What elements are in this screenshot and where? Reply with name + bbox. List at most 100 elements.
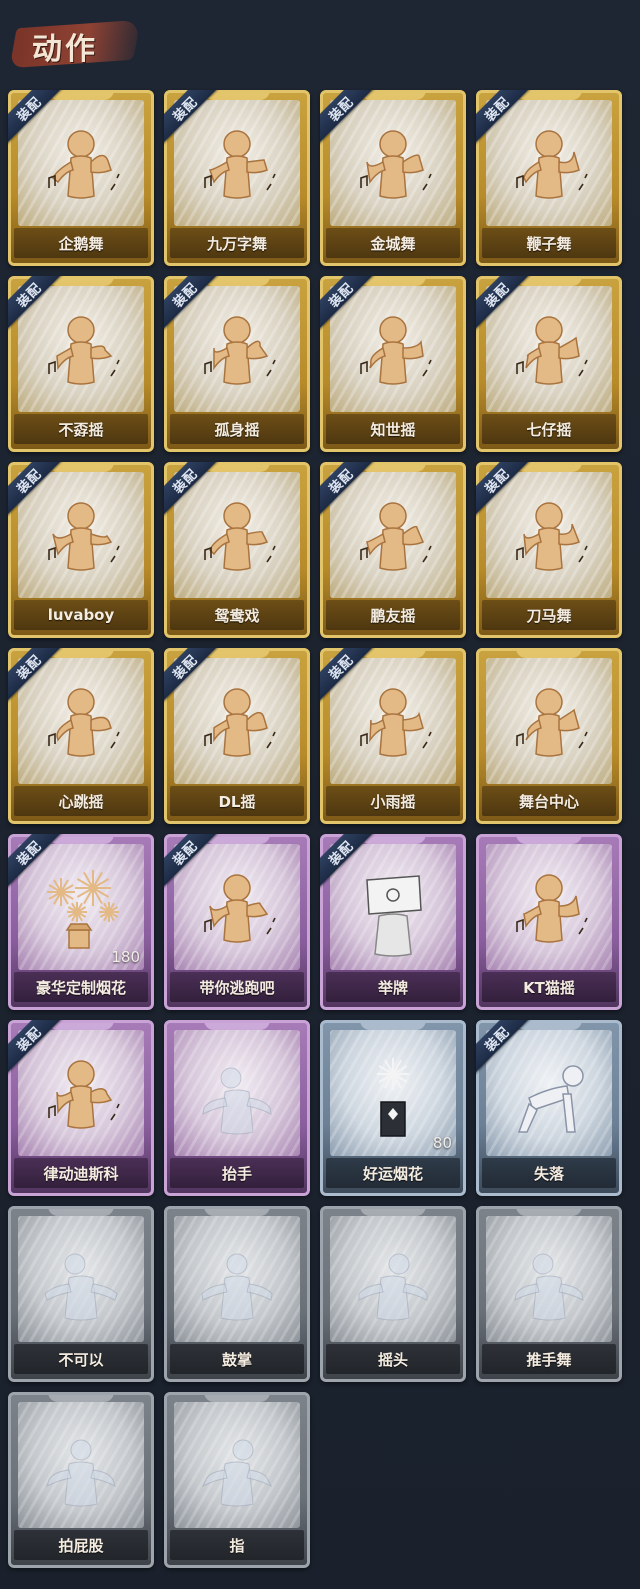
action-card[interactable]: 180 豪华定制烟花 装配 — [8, 834, 154, 1010]
card-label-bar: 举牌 — [326, 972, 460, 1002]
dance-figure-icon — [164, 304, 310, 404]
card-label-bar: 律动迪斯科 — [14, 1158, 148, 1188]
dance-figure-icon — [8, 118, 154, 218]
action-grid: 企鹅舞 装配 九万字舞 装配 金城舞 装配 鞭子舞 装配不孬摇 装配 孤身摇 装配 知世摇 装配 七仔摇装… — [8, 90, 632, 1568]
card-label-bar: 刀马舞 — [482, 600, 616, 630]
section-header: 动作 — [6, 6, 156, 78]
action-card[interactable]: 鹏友摇 装配 — [320, 462, 466, 638]
sign-board-icon — [320, 862, 466, 962]
action-card[interactable]: 鼓掌 — [164, 1206, 310, 1382]
dance-figure-icon — [8, 1048, 154, 1148]
item-count: 80 — [432, 1134, 452, 1152]
action-name: 心跳摇 — [58, 792, 104, 811]
card-label-bar: 好运烟花 — [326, 1158, 460, 1188]
card-label-bar: 知世摇 — [326, 414, 460, 444]
card-scroll-ornament — [204, 1392, 270, 1402]
action-card[interactable]: 心跳摇 装配 — [8, 648, 154, 824]
action-name: 鸳鸯戏 — [214, 606, 260, 625]
dance-figure-icon — [8, 304, 154, 404]
action-name: 好运烟花 — [362, 1164, 423, 1183]
card-label-bar: 推手舞 — [482, 1344, 616, 1374]
card-scroll-ornament — [204, 1206, 270, 1216]
card-label-bar: 摇头 — [326, 1344, 460, 1374]
dance-figure-icon — [164, 676, 310, 776]
card-label-bar: 金城舞 — [326, 228, 460, 258]
firework-can-icon — [320, 1048, 466, 1148]
head-shake-icon — [320, 1234, 466, 1334]
action-name: 鹏友摇 — [370, 606, 416, 625]
page-title: 动作 — [32, 32, 98, 67]
action-name: 指 — [229, 1536, 245, 1555]
clap-icon — [164, 1234, 310, 1334]
action-card[interactable]: 指 — [164, 1392, 310, 1568]
card-label-bar: 鼓掌 — [170, 1344, 304, 1374]
action-card[interactable]: 孤身摇 装配 — [164, 276, 310, 452]
finger-wag-icon — [8, 1234, 154, 1334]
point-icon — [164, 1420, 310, 1520]
dance-figure-icon — [476, 862, 622, 962]
card-label-bar: 企鹅舞 — [14, 228, 148, 258]
dance-figure-icon — [476, 304, 622, 404]
action-card[interactable]: 80 好运烟花 — [320, 1020, 466, 1196]
action-card[interactable]: 七仔摇 装配 — [476, 276, 622, 452]
action-card[interactable]: 拍屁股 — [8, 1392, 154, 1568]
dance-figure-icon — [320, 490, 466, 590]
action-card[interactable]: 失落 装配 — [476, 1020, 622, 1196]
action-name: 推手舞 — [526, 1350, 572, 1369]
card-label-bar: 拍屁股 — [14, 1530, 148, 1560]
card-label-bar: KT猫摇 — [482, 972, 616, 1002]
card-label-bar: 抬手 — [170, 1158, 304, 1188]
action-name: 刀马舞 — [526, 606, 572, 625]
dance-figure-icon — [320, 304, 466, 404]
card-scroll-ornament — [516, 834, 582, 844]
action-card[interactable]: 律动迪斯科 装配 — [8, 1020, 154, 1196]
action-card[interactable]: 推手舞 — [476, 1206, 622, 1382]
dance-figure-icon — [8, 676, 154, 776]
card-scroll-ornament — [360, 1020, 426, 1030]
action-name: 摇头 — [377, 1350, 408, 1369]
action-name: 举牌 — [377, 978, 408, 997]
fireworks-icon — [8, 862, 154, 962]
dance-figure-icon — [476, 490, 622, 590]
action-card[interactable]: 小雨摇 装配 — [320, 648, 466, 824]
action-card[interactable]: luvaboy 装配 — [8, 462, 154, 638]
dance-figure-icon — [8, 490, 154, 590]
butt-pat-icon — [8, 1420, 154, 1520]
action-name: 律动迪斯科 — [43, 1164, 119, 1183]
action-name: 不孬摇 — [58, 420, 104, 439]
action-card[interactable]: 鞭子舞 装配 — [476, 90, 622, 266]
action-name: 七仔摇 — [526, 420, 572, 439]
action-card[interactable]: DL摇 装配 — [164, 648, 310, 824]
card-label-bar: 不可以 — [14, 1344, 148, 1374]
action-card[interactable]: 摇头 — [320, 1206, 466, 1382]
action-card[interactable]: 带你逃跑吧 装配 — [164, 834, 310, 1010]
action-name: KT猫摇 — [523, 978, 575, 997]
action-name: 不可以 — [58, 1350, 104, 1369]
card-label-bar: 心跳摇 — [14, 786, 148, 816]
action-card[interactable]: 抬手 — [164, 1020, 310, 1196]
raise-hand-icon — [164, 1048, 310, 1148]
card-label-bar: 鞭子舞 — [482, 228, 616, 258]
action-name: 孤身摇 — [214, 420, 260, 439]
action-card[interactable]: 刀马舞 装配 — [476, 462, 622, 638]
action-card[interactable]: 金城舞 装配 — [320, 90, 466, 266]
action-card[interactable]: 举牌 装配 — [320, 834, 466, 1010]
action-name: 失落 — [533, 1164, 564, 1183]
action-name: 知世摇 — [370, 420, 416, 439]
card-label-bar: 指 — [170, 1530, 304, 1560]
dance-figure-icon — [320, 118, 466, 218]
action-name: 舞台中心 — [518, 792, 579, 811]
action-card[interactable]: 鸳鸯戏 装配 — [164, 462, 310, 638]
card-scroll-ornament — [204, 1020, 270, 1030]
push-hands-icon — [476, 1234, 622, 1334]
action-card[interactable]: 企鹅舞 装配 — [8, 90, 154, 266]
card-label-bar: DL摇 — [170, 786, 304, 816]
card-label-bar: 七仔摇 — [482, 414, 616, 444]
action-card[interactable]: KT猫摇 — [476, 834, 622, 1010]
action-card[interactable]: 不可以 — [8, 1206, 154, 1382]
action-name: 企鹅舞 — [58, 234, 104, 253]
action-card[interactable]: 舞台中心 — [476, 648, 622, 824]
action-card[interactable]: 知世摇 装配 — [320, 276, 466, 452]
action-card[interactable]: 不孬摇 装配 — [8, 276, 154, 452]
action-card[interactable]: 九万字舞 装配 — [164, 90, 310, 266]
